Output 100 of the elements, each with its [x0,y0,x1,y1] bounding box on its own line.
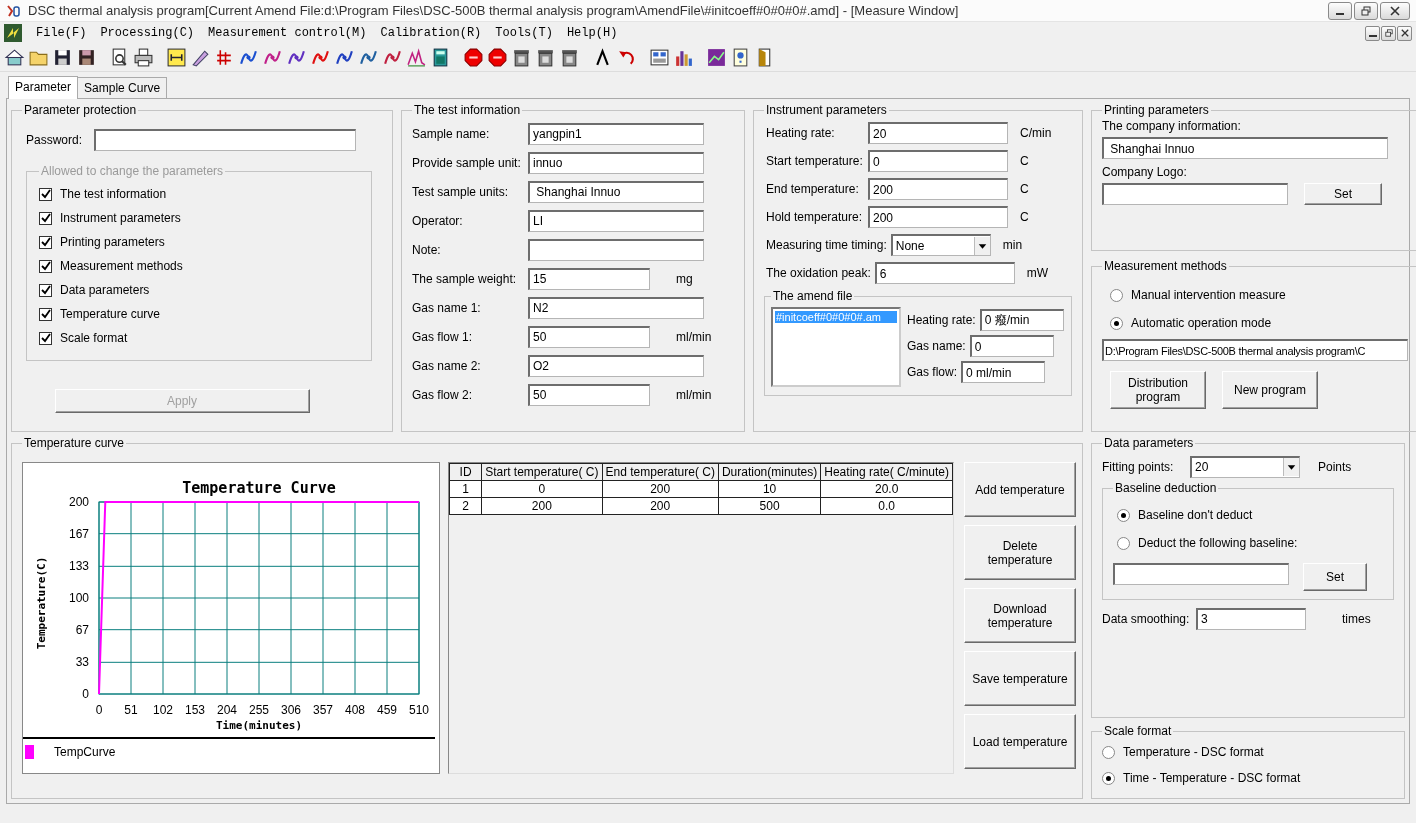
radio-button[interactable] [1110,288,1123,302]
unit-label: min [1002,238,1023,252]
unit-label: C [1020,154,1029,168]
password-field[interactable] [94,128,356,151]
menu-item[interactable]: Measurement control(M) [208,26,367,40]
temperature-button[interactable]: Download temperature [964,588,1076,643]
input-field[interactable]: yangpin1 [528,122,704,145]
unit-label: times [1342,611,1371,626]
field-label: Sample name: [412,126,491,141]
input-field[interactable]: 200 [868,178,1008,200]
tick-label: 0 [82,687,89,701]
dropdown[interactable]: None [890,234,991,256]
input-field[interactable]: 0 [969,335,1054,357]
unit-label: C/min [1020,126,1052,140]
radio-button[interactable] [1102,745,1115,759]
temperature-button[interactable]: Delete temperature [964,525,1076,580]
group-title: Instrument parameters [765,103,888,117]
group-title: Printing parameters [1103,103,1210,117]
field-label: Gas name: [907,339,966,353]
input-field[interactable]: 3 [1196,607,1306,630]
field-label: Heating rate: [907,313,976,327]
restore-button[interactable] [1381,25,1396,41]
close-button[interactable] [1380,1,1410,20]
unit-label: mW [1026,266,1049,280]
set-button[interactable]: Set [1303,563,1367,591]
field-label: Company Logo: [1102,165,1188,179]
close-icon [1390,5,1400,16]
program-button[interactable]: New program [1222,371,1318,409]
close-button[interactable] [1397,25,1412,41]
input-field[interactable]: 0 [868,150,1008,172]
minimize-button[interactable] [1328,1,1352,20]
range-icon[interactable] [166,47,187,68]
menu-item[interactable]: Tools(T) [495,26,553,40]
tab[interactable]: Sample Curve [77,77,168,98]
field-label: End temperature: [766,182,860,196]
restore-button[interactable] [1354,1,1378,20]
radio-label: Deduct the following baseline: [1138,536,1298,550]
set-button[interactable]: Set [1304,183,1382,205]
input-field[interactable]: 0 癈/min [979,309,1064,331]
minimize-button[interactable] [1365,25,1380,41]
printer-icon[interactable] [133,47,154,68]
input-field[interactable]: Shanghai Innuo [528,180,704,203]
input-field[interactable]: 50 [528,325,650,348]
input-field[interactable]: innuo [528,151,704,174]
dropdown[interactable]: 20 [1190,455,1300,478]
program-button[interactable]: Distribution program [1110,371,1206,409]
input-field[interactable] [1102,183,1288,205]
furnace-icon[interactable] [559,47,580,68]
input-field[interactable]: 15 [528,267,650,290]
input-field[interactable]: 50 [528,383,650,406]
input-field[interactable]: 0 ml/min [961,361,1045,383]
temperature-button[interactable]: Save temperature [964,651,1076,706]
minimize-icon [1336,12,1344,15]
input-field[interactable] [528,238,704,261]
input-field[interactable]: 6 [874,262,1015,284]
menu-item[interactable]: Help(H) [566,26,618,40]
menu-item[interactable]: Processing(C) [100,26,195,40]
menu-item[interactable]: File(F) [36,26,87,40]
path-field[interactable]: D:\Program Files\DSC-500B thermal analysis program\C [1102,339,1408,361]
radio-button[interactable] [1110,316,1123,330]
temperature-button[interactable]: Load temperature [964,714,1076,769]
tick-label: 357 [313,703,333,717]
field-label: Operator: [412,213,464,228]
radio-button[interactable] [1117,508,1130,522]
header-cell: Heating rate( C/minute) [820,463,953,481]
field-label: Note: [412,242,442,257]
input-field[interactable]: LI [528,209,704,232]
furnace-icon[interactable] [511,47,532,68]
tick-label: 102 [153,703,173,717]
radio-button[interactable] [1102,771,1115,785]
stop-icon[interactable] [463,47,484,68]
field-label: Password: [26,132,84,147]
field-label: Data smoothing: [1102,611,1191,626]
input-field[interactable]: Shanghai Innuo [1102,137,1388,159]
input-field[interactable]: 200 [868,206,1008,228]
unit-label: mg [676,271,693,286]
line-chart-icon[interactable] [706,47,727,68]
tab[interactable]: Parameter [8,76,79,99]
field-label: Gas flow: [907,365,957,379]
unit-label: ml/min [676,387,712,402]
group-title: Parameter protection [23,103,138,117]
field-label: Gas flow 1: [412,329,474,344]
house-icon[interactable] [4,47,25,68]
tick-label: 459 [377,703,397,717]
header-cell: Start temperature( C) [481,463,602,481]
furnace-icon[interactable] [535,47,556,68]
tick-label: 510 [409,703,429,717]
temperature-button[interactable]: Add temperature [964,462,1076,517]
stop-icon[interactable] [487,47,508,68]
peaks-icon[interactable] [406,47,427,68]
input-field[interactable]: O2 [528,354,704,377]
input-field[interactable]: 20 [868,122,1008,144]
input-field[interactable]: N2 [528,296,704,319]
tick-label: 153 [185,703,205,717]
menu-item[interactable]: Calibration(R) [380,26,482,40]
baseline-field[interactable] [1113,563,1289,585]
radio-button[interactable] [1117,536,1130,550]
pencil-icon[interactable] [190,47,211,68]
windows-icon[interactable] [649,47,670,68]
radio-label: Manual intervention measure [1131,288,1286,302]
